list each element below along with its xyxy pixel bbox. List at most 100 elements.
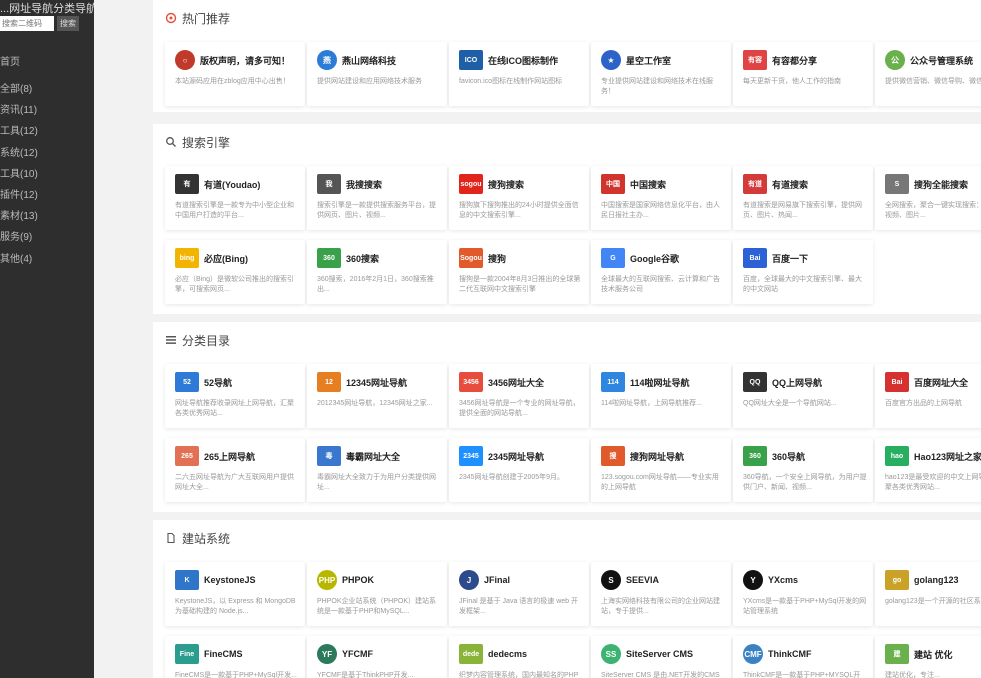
site-description: 360导航，一个安全上网导航，为用户提供门户、新闻、视频...: [743, 474, 867, 491]
site-card[interactable]: sogou 搜狗搜索 搜狗旗下搜狗推出的24小时提供全面信息的中文搜索引擎...: [449, 166, 589, 230]
site-description: 2345网址导航创建于2005年9月。: [459, 474, 565, 481]
site-card[interactable]: hao Hao123网址之家 hao123是最受欢迎的中文上网导航，汇聚各类优秀网站…: [875, 438, 981, 502]
site-card[interactable]: 有有道(Youdao) 有道搜索引擎是一款专为中小型企业和中国用户打造的平台...: [165, 166, 305, 230]
site-name[interactable]: 搜狗搜索: [488, 178, 524, 191]
sidebar-item[interactable]: 工具(10): [0, 165, 38, 186]
site-name[interactable]: SEEVIA: [626, 575, 659, 585]
site-name[interactable]: 有道(Youdao): [204, 178, 260, 191]
site-card[interactable]: 265 265上网导航 二六五网址导航为广大互联网用户提供网址大全...: [165, 438, 305, 502]
card-header: QQ QQ上网导航: [743, 372, 867, 392]
site-card[interactable]: K KeystoneJS KeystoneJS，以 Express 和 MongoD…: [165, 562, 305, 626]
site-name[interactable]: 360导航: [772, 450, 805, 463]
site-card[interactable]: PHP PHPOK PHPOK企业站系统（PHPOK）建站系统是一款基于PHP和My…: [307, 562, 447, 626]
site-name[interactable]: QQ上网导航: [772, 376, 822, 389]
site-card[interactable]: 2345 2345网址导航 2345网址导航创建于2005年9月。: [449, 438, 589, 502]
site-card[interactable]: 燕燕山网络科技 提供网站建设和应用网络技术服务: [307, 42, 447, 106]
site-name[interactable]: 2345网址导航: [488, 450, 544, 463]
site-name[interactable]: 百度一下: [772, 252, 808, 265]
site-name[interactable]: ThinkCMF: [768, 649, 812, 659]
sidebar-item[interactable]: 素材(13): [0, 207, 38, 228]
sidebar-item[interactable]: 服务(9): [0, 228, 38, 249]
site-name[interactable]: 建站 优化: [914, 648, 953, 661]
site-card[interactable]: ICO 在线ICO图标制作 favicon.ico图标在线制作网站图标: [449, 42, 589, 106]
site-card[interactable]: S 搜狗全能搜索全网搜索，聚合一键实现搜索：新闻、视频、图片...: [875, 166, 981, 230]
site-name[interactable]: 毒霸网址大全: [346, 450, 400, 463]
site-card[interactable]: 360 360导航 360导航，一个安全上网导航，为用户提供门户、新闻、视频...: [733, 438, 873, 502]
site-card[interactable]: ★ 星空工作室 专业提供网站建设和网络技术在线服务！: [591, 42, 731, 106]
site-card[interactable]: SS SiteServer CMS SiteServer CMS 是由.NET开发的…: [591, 636, 731, 678]
site-name[interactable]: SiteServer CMS: [626, 649, 693, 659]
site-card[interactable]: QQ QQ上网导航 QQ网址大全是一个导航网站...: [733, 364, 873, 428]
site-card[interactable]: Bai 百度一下 百度，全球最大的中文搜索引擎、最大的中文网站: [733, 240, 873, 304]
site-name[interactable]: 百度网址大全: [914, 376, 968, 389]
search-button[interactable]: 搜索: [57, 16, 79, 31]
sidebar-item[interactable]: 其他(4): [0, 250, 38, 271]
site-card[interactable]: Fine FineCMS FineCMS是一款基于PHP+MySql开发...: [165, 636, 305, 678]
site-name[interactable]: YFCMF: [342, 649, 373, 659]
site-card[interactable]: 114 114啦网址导航 114啦网址导航，上网导航推荐...: [591, 364, 731, 428]
site-name[interactable]: PHPOK: [342, 575, 374, 585]
site-name[interactable]: 公众号管理系统: [910, 54, 973, 67]
site-card[interactable]: Y YXcms YXcms是一款基于PHP+MySql开发的网站管理系统: [733, 562, 873, 626]
site-card[interactable]: Bai 百度网址大全 百度官方出品的上网导航: [875, 364, 981, 428]
site-card[interactable]: 搜搜狗网址导航 123.sogou.com网址导航——专业实用的上网导航: [591, 438, 731, 502]
site-name[interactable]: 搜狗网址导航: [630, 450, 684, 463]
site-card[interactable]: CMF ThinkCMF ThinkCMF是一款基于PHP+MYSQL开发...: [733, 636, 873, 678]
site-name[interactable]: 必应(Bing): [204, 252, 248, 265]
site-card[interactable]: 12 12345网址导航 2012345网址导航，12345网址之家...: [307, 364, 447, 428]
site-card[interactable]: dede dedecms 织梦内容管理系统，国内最知名的PHP开源网站管理系统...: [449, 636, 589, 678]
site-name[interactable]: 360搜索: [346, 252, 379, 265]
site-card[interactable]: 建建站 优化 建站优化，专注...: [875, 636, 981, 678]
site-name[interactable]: Hao123网址之家: [914, 450, 981, 463]
site-card[interactable]: Sogou 搜狗 搜狗是一款2004年8月3日推出的全球第二代互联网中文搜索引擎: [449, 240, 589, 304]
site-card[interactable]: bing 必应(Bing) 必应（Bing）是微软公司推出的搜索引擎，可搜索网页..…: [165, 240, 305, 304]
sidebar-item[interactable]: 系统(12): [0, 144, 38, 165]
site-name[interactable]: YXcms: [768, 575, 798, 585]
site-card[interactable]: 360 360搜索 360搜索，2016年2月1日，360搜索推出...: [307, 240, 447, 304]
site-name[interactable]: 有道搜索: [772, 178, 808, 191]
site-card[interactable]: G Google谷歌 全球最大的互联网搜索、云计算和广告技术服务公司: [591, 240, 731, 304]
site-name[interactable]: 版权声明，请多可知！: [200, 54, 290, 67]
sidebar-item-home[interactable]: 首页: [0, 53, 20, 68]
site-card[interactable]: go golang123 golang123是一个开源的社区系统...: [875, 562, 981, 626]
site-name[interactable]: 12345网址导航: [346, 376, 407, 389]
site-card[interactable]: J JFinal JFinal 是基于 Java 语言的极速 web 开发框架...: [449, 562, 589, 626]
site-card[interactable]: YF YFCMF YFCMF是基于ThinkPHP开发...: [307, 636, 447, 678]
site-card[interactable]: 毒毒霸网址大全 毒霸网址大全致力于为用户分类提供网址...: [307, 438, 447, 502]
site-name[interactable]: 114啦网址导航: [630, 376, 690, 389]
site-logo-icon: Bai: [743, 248, 767, 268]
site-name[interactable]: 我搜搜索: [346, 178, 382, 191]
site-name[interactable]: dedecms: [488, 649, 527, 659]
site-name[interactable]: 搜狗: [488, 252, 506, 265]
site-card[interactable]: 3456 3456网址大全 3456网址导航是一个专业的网址导航，提供全面的网站导航…: [449, 364, 589, 428]
site-name[interactable]: KeystoneJS: [204, 575, 256, 585]
site-name[interactable]: 52导航: [204, 376, 232, 389]
sidebar-item[interactable]: 全部(8): [0, 80, 38, 101]
site-card[interactable]: ○ 版权声明，请多可知！ 本站源码应用在zblog应用中心出售！: [165, 42, 305, 106]
sidebar-item[interactable]: 插件(12): [0, 186, 38, 207]
site-name[interactable]: 星空工作室: [626, 54, 671, 67]
site-description: 360搜索，2016年2月1日，360搜索推出...: [317, 276, 434, 293]
site-card[interactable]: 公公众号管理系统 提供微信营销、微信导购、微信...: [875, 42, 981, 106]
site-name[interactable]: JFinal: [484, 575, 510, 585]
site-card[interactable]: 52 52导航 网址导航推荐收录网址上网导航，汇聚各类优秀网站...: [165, 364, 305, 428]
site-name[interactable]: 中国搜索: [630, 178, 666, 191]
search-input[interactable]: [0, 16, 54, 31]
site-card[interactable]: 我我搜搜索 搜索引擎是一款提供搜索服务平台，提供网页、图片、视频...: [307, 166, 447, 230]
sidebar-search: 搜索: [0, 16, 79, 31]
site-name[interactable]: Google谷歌: [630, 252, 679, 265]
site-name[interactable]: 265上网导航: [204, 450, 255, 463]
site-name[interactable]: 在线ICO图标制作: [488, 54, 558, 67]
site-name[interactable]: 燕山网络科技: [342, 54, 396, 67]
site-name[interactable]: 3456网址大全: [488, 376, 544, 389]
site-card[interactable]: S SEEVIA 上海实网络科技有限公司的企业网站建站，专于提供...: [591, 562, 731, 626]
site-card[interactable]: 有容 有容都分享 每天更新干货，他人工作的指南: [733, 42, 873, 106]
site-card[interactable]: 中国 中国搜索 中国搜索是国家网络信息化平台，由人民日报社主办...: [591, 166, 731, 230]
sidebar-item[interactable]: 资讯(11): [0, 101, 38, 122]
site-name[interactable]: FineCMS: [204, 649, 243, 659]
site-name[interactable]: golang123: [914, 575, 959, 585]
sidebar-item[interactable]: 工具(12): [0, 122, 38, 143]
site-card[interactable]: 有道 有道搜索 有道搜索是网易旗下搜索引擎，提供网页、图片、热闻...: [733, 166, 873, 230]
site-name[interactable]: 有容都分享: [772, 54, 817, 67]
site-name[interactable]: 搜狗全能搜索: [914, 178, 968, 191]
